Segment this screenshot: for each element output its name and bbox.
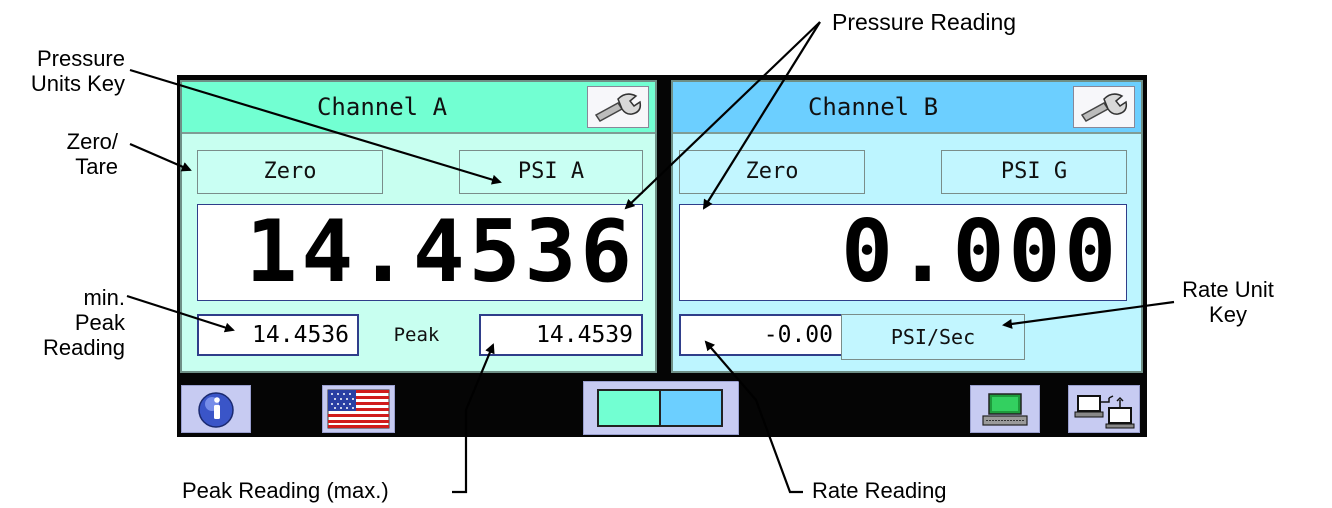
us-flag-icon [327,389,390,429]
channel-b-rate-unit-button[interactable]: PSI/Sec [841,314,1025,360]
language-button[interactable] [322,385,395,433]
channel-b-zero-button[interactable]: Zero [679,150,865,194]
channel-a-min-peak-reading: 14.4536 [197,314,359,356]
wrench-icon [594,93,642,122]
channel-b-header: Channel B [673,82,1141,134]
callout-min-peak-line3: Reading [43,335,125,360]
network-icon [1074,395,1135,429]
channel-a-header: Channel A [182,82,655,134]
callout-pressure-reading: Pressure Reading [832,9,1017,35]
wrench-icon [1080,93,1128,122]
channel-b-title: Channel B [807,93,939,121]
callout-rate-unit-key-line2: Key [1209,302,1247,327]
callout-zero-tare: Zero/ Tare [0,129,118,179]
channel-a-zero-button[interactable]: Zero [197,150,383,194]
channel-b-units-button[interactable]: PSI G [941,150,1127,194]
channel-a-settings-button[interactable] [587,86,649,128]
channel-a-peak-label: Peak [393,324,440,346]
channel-b-rate-reading: -0.00 [679,314,843,356]
computer-icon [982,393,1028,426]
channel-b-settings-button[interactable] [1073,86,1135,128]
channel-view-button[interactable] [583,381,739,435]
callout-min-peak-line1: min. [83,285,125,310]
channel-b-pressure-reading: 0.000 [679,204,1127,301]
channel-a-units-button[interactable]: PSI A [459,150,643,194]
info-icon [198,392,234,428]
callout-zero-tare-line1: Zero/ [66,129,118,154]
dual-channel-view-icon [597,389,723,427]
channel-a-pressure-reading: 14.4536 [197,204,643,301]
device-screen: Channel A Zero PSI A 14.4536 14.4536 Pea… [177,75,1147,437]
callout-zero-tare-line2: Tare [75,154,118,179]
channel-a-max-peak-reading: 14.4539 [479,314,643,356]
network-button[interactable] [1068,385,1140,433]
callout-rate-reading: Rate Reading [812,478,947,503]
channel-a-panel: Channel A Zero PSI A 14.4536 14.4536 Pea… [180,80,657,373]
callout-rate-unit-key-line1: Rate Unit [1182,277,1274,302]
channel-a-title: Channel A [316,93,448,121]
callout-pressure-units-key-line1: Pressure [36,46,125,71]
callout-rate-unit-key: Rate Unit Key [1178,277,1278,327]
callout-peak-reading-max: Peak Reading (max.) [182,478,389,503]
info-button[interactable] [181,385,251,433]
callout-min-peak-line2: Peak [74,310,125,335]
channel-b-panel: Channel B Zero PSI G 0.000 -0.00 PSI/Sec [671,80,1143,373]
callout-min-peak-reading: min. Peak Reading [0,285,125,360]
callout-pressure-units-key-line2: Units Key [30,71,125,96]
remote-control-button[interactable] [970,385,1040,433]
callout-pressure-units-key: Pressure Units Key [0,46,125,96]
